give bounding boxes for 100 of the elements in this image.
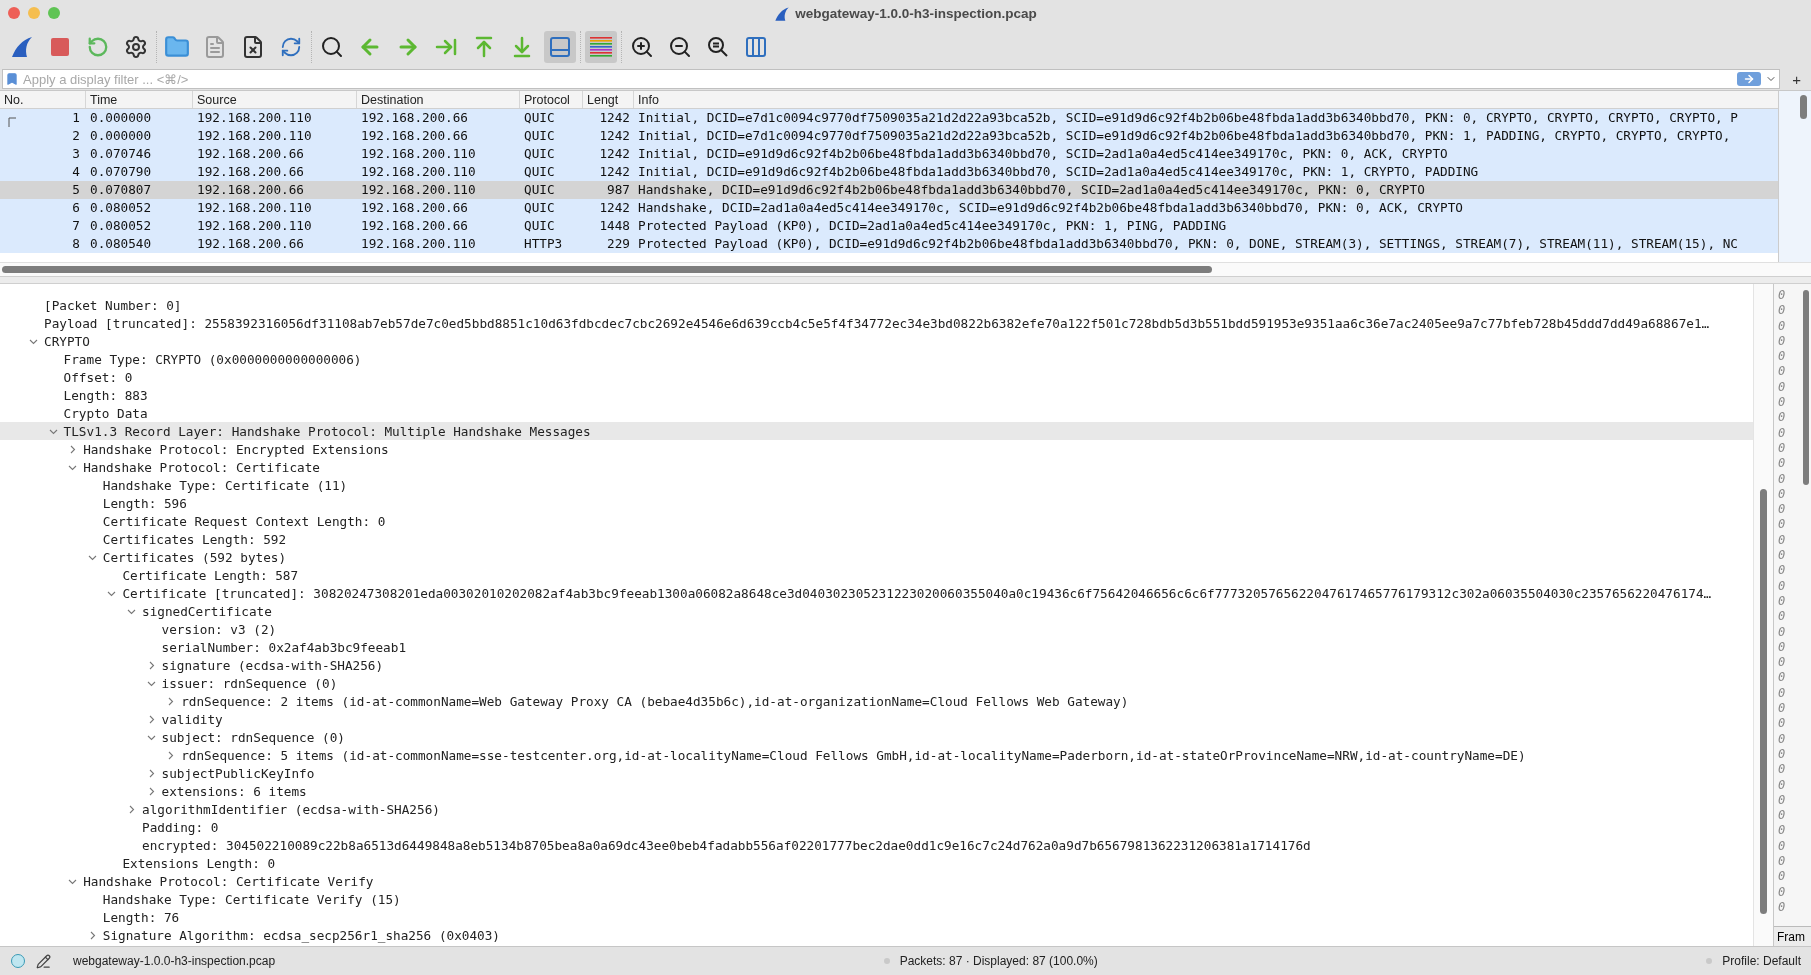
close-window-button[interactable] [8, 7, 20, 19]
vertical-scrollbar[interactable] [1753, 284, 1773, 946]
tree-row[interactable]: signedCertificate [0, 602, 1753, 620]
byte-digit: 0 [1778, 639, 1787, 656]
packet-row[interactable]: 4 0.070790 192.168.200.66 192.168.200.110 QUIC 1242 Initial, DCID=e91d9d6c92f4b2b06be48fbda1add3b6340bbd70, SCID=2ad1a0a4ed5c414ee349170c, PKN: 1, CRYPTO, PADDING [0, 163, 1778, 181]
packet-count: Packets: 87 · Displayed: 87 (100.0%) [899, 954, 1098, 968]
tree-row[interactable]: version: v3 (2) [0, 620, 1753, 638]
edit-icon[interactable] [36, 953, 51, 969]
table-cell-text: 0.080052 [89, 217, 153, 235]
table-cell-text: Protected Payload (KP0), DCID=2ad1a0a4ed5c414ee349170c, PKN: 1, PING, PADDING [637, 217, 1228, 235]
column-header[interactable]: Source [193, 91, 357, 108]
byte-digit: 0 [1778, 410, 1787, 426]
tree-row[interactable]: Handshake Protocol: Certificate [0, 458, 1753, 476]
tree-row[interactable]: Length: 596 [0, 494, 1753, 512]
tree-row[interactable]: validity [0, 710, 1753, 728]
shark-fin-icon [10, 35, 34, 59]
column-header[interactable]: Protocol [520, 91, 583, 108]
tree-row[interactable]: Extensions Length: 0 [0, 854, 1753, 872]
table-cell-text: 987 [606, 181, 631, 199]
table-cell-text: 0.080052 [89, 199, 153, 217]
status-file-name: webgateway-1.0.0-h3-inspection.pcap [73, 954, 276, 968]
tree-row[interactable]: subjectPublicKeyInfo [0, 764, 1753, 782]
zoom-reset-icon [706, 35, 730, 59]
table-cell-text: 192.168.200.66 [360, 217, 469, 235]
tree-row[interactable]: TLSv1.3 Record Layer: Handshake Protocol: Multiple Handshake Messages [0, 422, 1753, 440]
column-header[interactable]: Destination [357, 91, 520, 108]
packet-row[interactable]: 8 0.080540 192.168.200.66 192.168.200.110 HTTP3 229 Protected Payload (KP0), DCID=e91d9d6c92f4b2b06be48fbda1add3b6340bbd70, PKN: 0, DONE, STREAM(3), SETTINGS, STREAM(7), STREAM(11), STREAM(15), NC [0, 235, 1778, 253]
column-header[interactable]: Lengt [583, 91, 634, 108]
tree-row[interactable]: Certificates Length: 592 [0, 530, 1753, 548]
tree-row[interactable]: Handshake Protocol: Encrypted Extensions [0, 440, 1753, 458]
profile-label[interactable]: Profile: Default [1722, 954, 1801, 968]
tree-row[interactable]: Crypto Data [0, 404, 1753, 422]
tree-row[interactable]: Certificate [truncated]: 30820247308201eda00302010202082af4ab3bc9feeab1300a06082a8648ce3d040302305231223020060355040a0c19436c6f75642046656c6c6f7773205765622047617465776179312c302a06035504030c2357656220476174… [0, 584, 1753, 602]
table-cell-text: 192.168.200.66 [196, 145, 305, 163]
byte-digit: 0 [1778, 578, 1787, 594]
table-cell: 4 [72, 163, 80, 181]
tree-row[interactable]: Handshake Type: Certificate Verify (15) [0, 890, 1753, 908]
chevron-right-icon[interactable] [127, 804, 136, 814]
table-cell-text: 192.168.200.110 [196, 199, 313, 217]
stop-icon [49, 36, 71, 58]
packet-row[interactable]: 6 0.080052 192.168.200.110 192.168.200.66 QUIC 1242 Handshake, DCID=2ad1a0a4ed5c414ee349170c, SCID=e91d9d6c92f4b2b06be48fbda1add3b6340bbd70, PKN: 0, ACK, CRYPTO [0, 199, 1778, 217]
byte-digit: 0 [1778, 349, 1787, 365]
bytes-tab[interactable]: Fram [1774, 926, 1811, 946]
tree-row[interactable]: serialNumber: 0x2af4ab3bc9feeab1 [0, 638, 1753, 656]
packet-row[interactable]: 2 0.000000 192.168.200.110 192.168.200.66 QUIC 1242 Initial, DCID=e7d1c0094c9770df7509035a21d2d22a93bca52b, SCID=e91d9d6c92f4b2b06be48fbda1add3b6340bbd70, PKN: 1, PADDING, CRYPTO, CRYPTO, CRYPTO, [0, 127, 1778, 145]
horizontal-scrollbar[interactable] [0, 262, 1811, 276]
column-header[interactable]: No. [0, 91, 86, 108]
tree-row[interactable]: extensions: 6 items [0, 782, 1753, 800]
tree-row[interactable]: encrypted: 304502210089c22b8a6513d6449848a8eb5134b8705bea8a0a69dc43ee0beb4fadabb556af02201777bec2dae0dd1c9e16c7c24d762a0a9d7b6567981362231206381a1714176d [0, 836, 1753, 854]
tree-row[interactable]: Offset: 0 [0, 368, 1753, 386]
table-cell-text: HTTP3 [523, 235, 564, 253]
tree-row[interactable]: Frame Type: CRYPTO (0x0000000000000006) [0, 350, 1753, 368]
byte-digit: 0 [1778, 716, 1787, 732]
table-cell-text: 192.168.200.110 [196, 217, 313, 235]
chevron-right-icon[interactable] [68, 444, 78, 454]
tree-row[interactable]: Certificate Request Context Length: 0 [0, 512, 1753, 530]
file-icon [203, 35, 227, 59]
chevron-right-icon[interactable] [166, 696, 176, 706]
bytes-scrollbar[interactable] [1803, 290, 1809, 485]
circle-icon[interactable] [10, 953, 26, 969]
tree-row[interactable]: rdnSequence: 5 items (id-at-commonName=sse-testcenter.org,id-at-localityName=Cloud Fellows GmbH,id-at-localityName=Paderborn,id-at-stateOrProvinceName=NRW,id-at-countryName=DE) [0, 746, 1753, 764]
shark-fin-icon [774, 5, 791, 21]
table-cell-text: QUIC [523, 109, 556, 127]
tree-row[interactable]: CRYPTO [0, 332, 1753, 350]
tree-row[interactable]: Signature Algorithm: ecdsa_secp256r1_sha256 (0x0403) [0, 926, 1753, 944]
chevron-right-icon[interactable] [166, 750, 176, 760]
tree-row[interactable]: Length: 76 [0, 908, 1753, 926]
tree-row[interactable]: signature (ecdsa-with-SHA256) [0, 656, 1753, 674]
tree-row[interactable]: Certificates (592 bytes) [0, 548, 1753, 566]
byte-digit: 0 [1778, 762, 1787, 778]
tree-row[interactable]: rdnSequence: 2 items (id-at-commonName=Web Gateway Proxy CA (bebae4d35b6c),id-at-organizationName=Cloud Fellows Web Gateway) [0, 692, 1753, 710]
column-header[interactable]: Time [86, 91, 193, 108]
tree-row[interactable]: Handshake Protocol: Certificate Verify [0, 872, 1753, 890]
byte-digit: 0 [1778, 471, 1787, 487]
packet-map-scrollbar[interactable] [1778, 91, 1811, 262]
tree-row[interactable]: Length: 883 [0, 386, 1753, 404]
table-cell-text: 1242 [598, 199, 631, 217]
tree-row[interactable]: [Packet Number: 0] [0, 296, 1753, 314]
gear-icon [124, 35, 148, 59]
tree-row[interactable]: algorithmIdentifier (ecdsa-with-SHA256) [0, 800, 1753, 818]
auto-scroll-icon [548, 35, 572, 59]
tree-row[interactable]: subject: rdnSequence (0) [0, 728, 1753, 746]
tree-row[interactable]: Certificate Length: 587 [0, 566, 1753, 584]
tree-row[interactable]: Payload [truncated]: 2558392316056df31108ab7eb57de7c0ed5bbd8851c10d63fdbcdec7cbc2692e4546e6d639ccb4c5e5f4f34772ec34e3bd0822b6382efe70a122f501c728bdb5d3b551bdd591953e9351aa6c36e7ac2405ee9a7c77bfeb728b45ddd7dd49a68867e1… [0, 314, 1753, 332]
folder-icon [164, 34, 190, 60]
arrow-right-icon [1743, 73, 1756, 85]
byte-digit: 0 [1778, 854, 1787, 870]
packet-row[interactable]: 1 0.000000 192.168.200.110 192.168.200.66 QUIC 1242 Initial, DCID=e7d1c0094c9770df7509035a21d2d22a93bca52b, SCID=e91d9d6c92f4b2b06be48fbda1add3b6340bbd70, PKN: 0, CRYPTO, CRYPTO, CRYPTO, CRYPTO, P [0, 109, 1778, 127]
packet-row[interactable]: 3 0.070746 192.168.200.66 192.168.200.110 QUIC 1242 Initial, DCID=e91d9d6c92f4b2b06be48fbda1add3b6340bbd70, SCID=2ad1a0a4ed5c414ee349170c, PKN: 0, ACK, CRYPTO [0, 145, 1778, 163]
add-filter-button[interactable]: + [1786, 70, 1807, 88]
packet-row[interactable]: 7 0.080052 192.168.200.110 192.168.200.66 QUIC 1448 Protected Payload (KP0), DCID=2ad1a0a4ed5c414ee349170c, PKN: 1, PING, PADDING [0, 217, 1778, 235]
tree-row[interactable]: Handshake Type: Certificate (11) [0, 476, 1753, 494]
apply-filter-button[interactable] [1737, 72, 1762, 86]
byte-digit: 0 [1778, 502, 1787, 518]
byte-digit: 0 [1778, 532, 1787, 549]
byte-digit: 0 [1778, 624, 1787, 640]
tree-row[interactable]: issuer: rdnSequence (0) [0, 674, 1753, 692]
tree-row[interactable]: Padding: 0 [0, 818, 1753, 836]
byte-digit: 0 [1778, 486, 1787, 503]
packet-row[interactable]: 5 0.070807 192.168.200.66 192.168.200.110 QUIC 987 Handshake, DCID=e91d9d6c92f4b2b06be48fbda1add3b6340bbd70, SCID=2ad1a0a4ed5c414ee349170c, PKN: 0, CRYPTO [0, 181, 1778, 199]
